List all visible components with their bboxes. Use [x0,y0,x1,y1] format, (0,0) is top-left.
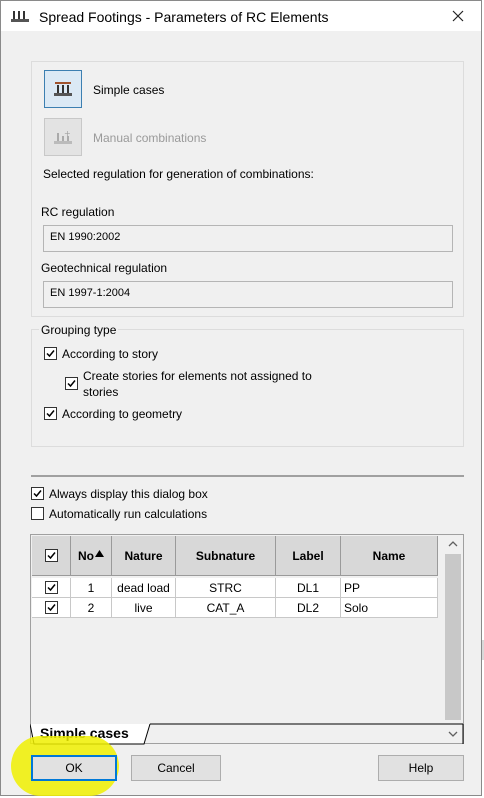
table-cell-label[interactable]: DL2 [276,598,341,618]
create-stories-label-line2: stories [83,385,119,399]
table-cell-subnature[interactable]: CAT_A [176,598,276,618]
checkmark-icon [46,584,56,592]
table-cell-nature[interactable]: live [112,598,176,618]
scrollbar-thumb[interactable] [445,554,461,720]
close-button[interactable] [435,1,481,31]
table-cell-nature[interactable]: dead load [112,578,176,598]
row-checkbox[interactable] [44,601,58,614]
column-header-label[interactable]: Label [276,536,341,576]
column-header-name[interactable]: Name [341,536,438,576]
rc-regulation-label: RC regulation [41,205,115,219]
grouping-title: Grouping type [39,323,119,337]
according-to-geometry-label: According to geometry [62,407,183,421]
help-button[interactable]: Help [378,755,464,781]
select-all-checkbox[interactable] [44,549,58,562]
manual-combinations-button[interactable]: + [44,118,82,156]
table-row-2-check[interactable] [32,598,71,618]
always-display-checkbox[interactable] [31,487,44,500]
column-header-subnature[interactable]: Subnature [176,536,276,576]
create-stories-checkbox[interactable] [65,377,78,390]
checkmark-icon [33,490,42,498]
geotechnical-regulation-field: EN 1997-1:2004 [43,281,453,308]
always-display-label: Always display this dialog box [49,487,208,501]
manual-combinations-icon: + [54,129,72,144]
geotechnical-regulation-label: Geotechnical regulation [41,261,168,275]
header-select-all[interactable] [32,536,71,576]
title-bar: Spread Footings - Parameters of RC Eleme… [1,1,481,31]
table-vertical-scrollbar[interactable] [444,536,462,742]
close-icon [452,10,464,22]
regulation-heading: Selected regulation for generation of co… [43,167,314,181]
manual-combinations-label: Manual combinations [93,131,207,145]
checkmark-icon [46,604,56,612]
checkmark-icon [46,350,55,358]
auto-run-label: Automatically run calculations [49,507,208,521]
table-cell-label[interactable]: DL1 [276,578,341,598]
according-to-story-label: According to story [62,347,159,361]
according-to-story-checkbox[interactable] [44,347,57,360]
table-cell-subnature[interactable]: STRC [176,578,276,598]
mode-panel [31,61,464,317]
according-to-geometry-checkbox[interactable] [44,407,57,420]
cancel-button[interactable]: Cancel [131,755,221,781]
sort-ascending-icon [95,550,104,557]
table-cell-no[interactable]: 2 [71,598,112,618]
separator [31,475,464,477]
column-header-nature[interactable]: Nature [112,536,176,576]
checkmark-icon [46,410,55,418]
column-header-no[interactable]: No [71,536,112,576]
checkmark-icon [46,552,56,560]
simple-cases-label: Simple cases [93,83,165,97]
checkmark-icon [67,380,76,388]
row-checkbox[interactable] [44,581,58,594]
parameters-dialog: Spread Footings - Parameters of RC Eleme… [0,0,482,796]
simple-cases-icon [54,82,72,96]
ok-button[interactable]: OK [31,755,117,781]
footing-icon [11,8,31,24]
table-cell-name[interactable]: PP [341,578,438,598]
create-stories-label-line1: Create stories for elements not assigned… [83,369,312,383]
table-row-1-check[interactable] [32,578,71,598]
window-title: Spread Footings - Parameters of RC Eleme… [39,9,329,25]
table-cell-no[interactable]: 1 [71,578,112,598]
scroll-up-icon[interactable] [444,536,462,552]
auto-run-checkbox[interactable] [31,507,44,520]
table-cell-name[interactable]: Solo [341,598,438,618]
load-cases-table: No Nature Subnature Label Name 1 dead lo… [30,534,464,744]
rc-regulation-field: EN 1990:2002 [43,225,453,252]
simple-cases-button[interactable] [44,70,82,108]
column-header-no-label: No [78,548,94,563]
